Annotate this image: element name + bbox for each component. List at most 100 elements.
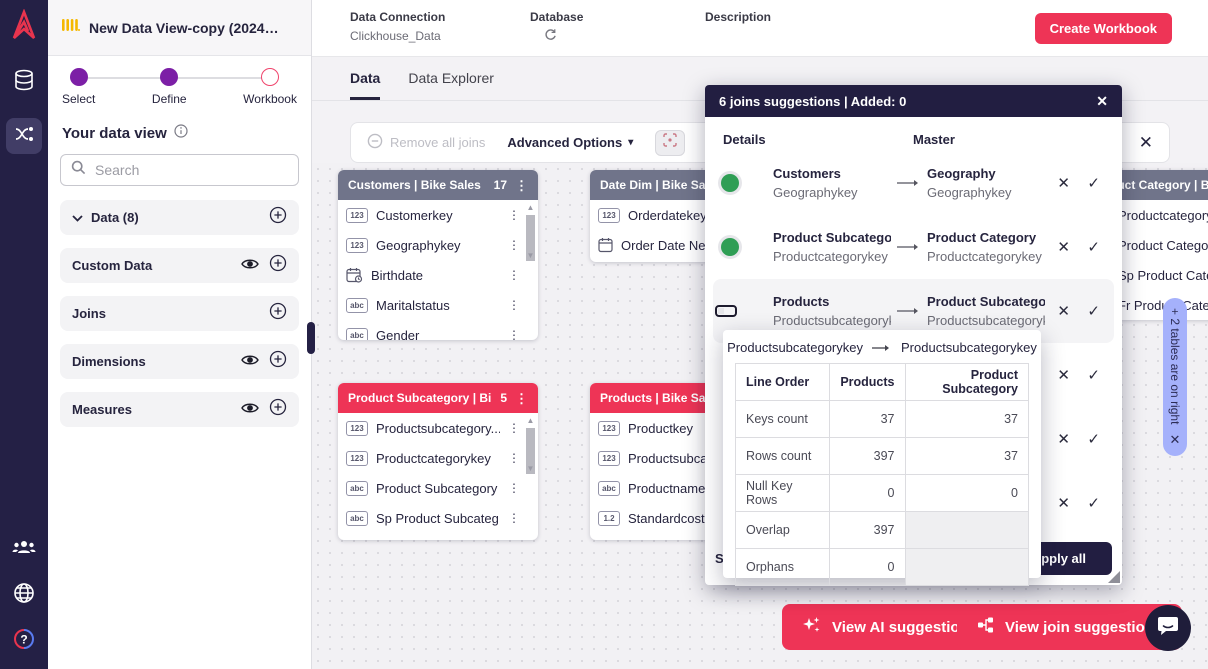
tab-data[interactable]: Data (350, 70, 380, 100)
plus-circle-icon[interactable] (269, 398, 287, 421)
plus-circle-icon[interactable] (269, 206, 287, 229)
scroll-down-icon[interactable]: ▼ (527, 251, 535, 261)
field-row[interactable]: Birthdate ⋮ (338, 260, 538, 290)
table-card-header[interactable]: Product Subcategory | Bik... 5 ⋮ (338, 383, 538, 413)
search-input[interactable] (95, 162, 288, 178)
kebab-menu-icon[interactable]: ⋮ (508, 421, 520, 435)
sidebar-item-joins-builder[interactable] (6, 118, 42, 154)
join-status-dot[interactable] (721, 174, 739, 192)
help-button[interactable]: ? (6, 623, 42, 659)
kebab-menu-icon[interactable]: ⋮ (515, 179, 528, 192)
close-icon[interactable]: ✕ (1096, 93, 1108, 110)
text-type-icon: abc (346, 511, 368, 526)
sidebar-item-dimensions[interactable]: Dimensions (60, 344, 299, 379)
svg-text:?: ? (20, 632, 27, 646)
field-row[interactable]: abc Gender ⋮ (338, 320, 538, 340)
accept-join-icon[interactable]: ✓ (1087, 494, 1100, 512)
step-define[interactable]: Define (152, 68, 187, 114)
reject-join-icon[interactable]: ✕ (1057, 430, 1070, 448)
step-workbook[interactable]: Workbook (243, 68, 297, 114)
fit-view-button[interactable] (655, 130, 685, 156)
field-row[interactable]: 123 Productcategorykey ⋮ (338, 443, 538, 473)
accept-join-icon[interactable]: ✓ (1087, 174, 1100, 192)
users-button[interactable] (6, 531, 42, 567)
close-toolbar-icon[interactable]: ✕ (1139, 133, 1153, 153)
step-select[interactable]: Select (62, 68, 95, 114)
modal-resize-handle[interactable] (1108, 571, 1120, 583)
table-row: Rows count 397 37 (736, 438, 1029, 475)
card-scrollbar[interactable]: ▲ ▼ (524, 203, 537, 263)
field-row[interactable]: abc Product Subcategory ⋮ (338, 473, 538, 503)
join-status-dot[interactable] (721, 238, 739, 256)
kebab-menu-icon[interactable]: ⋮ (508, 451, 520, 465)
step-dot-outline (261, 68, 279, 86)
sidebar-item-measures[interactable]: Measures (60, 392, 299, 427)
reject-join-icon[interactable]: ✕ (1057, 494, 1070, 512)
sparkles-icon (802, 615, 822, 639)
accept-join-icon[interactable]: ✓ (1087, 238, 1100, 256)
reject-join-icon[interactable]: ✕ (1057, 302, 1070, 320)
reject-join-icon[interactable]: ✕ (1057, 238, 1070, 256)
table-card-customers[interactable]: Customers | Bike Sales 17 ⋮ 123 Customer… (338, 170, 538, 340)
field-row[interactable]: abc Maritalstatus ⋮ (338, 290, 538, 320)
remove-all-joins-button[interactable]: Remove all joins (367, 133, 485, 152)
field-row[interactable]: 123 Productsubcategory... ⋮ (338, 413, 538, 443)
table-header-row: Line Order Products Product Subcategory (736, 364, 1029, 401)
eye-icon[interactable] (241, 353, 259, 371)
field-row[interactable]: abc Sp Product Subcateg... ⋮ (338, 503, 538, 533)
eye-icon[interactable] (241, 257, 259, 275)
tables-on-right-pill[interactable]: + 2 tables are on right ✕ (1163, 298, 1187, 456)
table-card-product-subcategory[interactable]: Product Subcategory | Bik... 5 ⋮ 123 Pro… (338, 383, 538, 540)
field-row[interactable]: 123 Geographykey ⋮ (338, 230, 538, 260)
eye-icon[interactable] (241, 401, 259, 419)
create-workbook-button[interactable]: Create Workbook (1035, 13, 1172, 44)
calendar-icon (598, 237, 613, 253)
refresh-icon[interactable] (544, 28, 583, 46)
kebab-menu-icon[interactable]: ⋮ (515, 392, 528, 405)
data-connection-field: Data Connection Clickhouse_Data (350, 10, 445, 43)
card-scrollbar[interactable]: ▲ ▼ (524, 416, 537, 476)
plus-circle-icon[interactable] (269, 302, 287, 325)
kebab-menu-icon[interactable]: ⋮ (508, 208, 520, 222)
join-suggestion-row[interactable]: Customers Geographykey Geography Geograp… (713, 151, 1114, 215)
scroll-up-icon[interactable]: ▲ (527, 416, 535, 426)
scroll-up-icon[interactable]: ▲ (527, 203, 535, 213)
sidebar-resize-handle[interactable] (307, 322, 315, 354)
focus-crosshair-icon (663, 133, 677, 152)
accept-join-icon[interactable]: ✓ (1087, 302, 1100, 320)
chat-launcher[interactable] (1145, 605, 1191, 651)
info-icon[interactable] (174, 124, 188, 142)
tab-data-explorer[interactable]: Data Explorer (408, 70, 494, 100)
join-suggestion-row[interactable]: Product Subcategory Productcategorykey P… (713, 215, 1114, 279)
kebab-menu-icon[interactable]: ⋮ (508, 268, 520, 282)
field-row[interactable]: abc Fr Product Subcateg... ⋮ (338, 533, 538, 540)
sidebar-item-database[interactable] (6, 64, 42, 100)
accept-join-icon[interactable]: ✓ (1087, 366, 1100, 384)
accept-join-icon[interactable]: ✓ (1087, 430, 1100, 448)
arrow-right-icon (891, 302, 927, 320)
kebab-menu-icon[interactable]: ⋮ (508, 481, 520, 495)
field-row[interactable]: 123 Customerkey ⋮ (338, 200, 538, 230)
sidebar-item-joins[interactable]: Joins (60, 296, 299, 331)
sidebar-item-custom-data[interactable]: Custom Data (60, 248, 299, 283)
brand-logo-icon[interactable] (9, 9, 39, 46)
scroll-down-icon[interactable]: ▼ (527, 464, 535, 474)
kebab-menu-icon[interactable]: ⋮ (508, 511, 520, 525)
advanced-options-dropdown[interactable]: Advanced Options ▾ (507, 135, 633, 150)
kebab-menu-icon[interactable]: ⋮ (508, 328, 520, 340)
table-card-header[interactable]: Customers | Bike Sales 17 ⋮ (338, 170, 538, 200)
database-icon (12, 68, 36, 97)
globe-button[interactable] (6, 577, 42, 613)
number-type-icon: 123 (346, 208, 368, 223)
reject-join-icon[interactable]: ✕ (1057, 366, 1070, 384)
close-icon[interactable]: ✕ (1170, 432, 1181, 448)
plus-circle-icon[interactable] (269, 350, 287, 373)
modal-column-headers: Details Master (705, 117, 1122, 151)
plus-circle-icon[interactable] (269, 254, 287, 277)
kebab-menu-icon[interactable]: ⋮ (508, 238, 520, 252)
reject-join-icon[interactable]: ✕ (1057, 174, 1070, 192)
modal-header[interactable]: 6 joins suggestions | Added: 0 ✕ (705, 85, 1122, 117)
sidebar-item-data[interactable]: Data (8) (60, 200, 299, 235)
kebab-menu-icon[interactable]: ⋮ (508, 298, 520, 312)
section-title: Your data view (48, 114, 311, 150)
